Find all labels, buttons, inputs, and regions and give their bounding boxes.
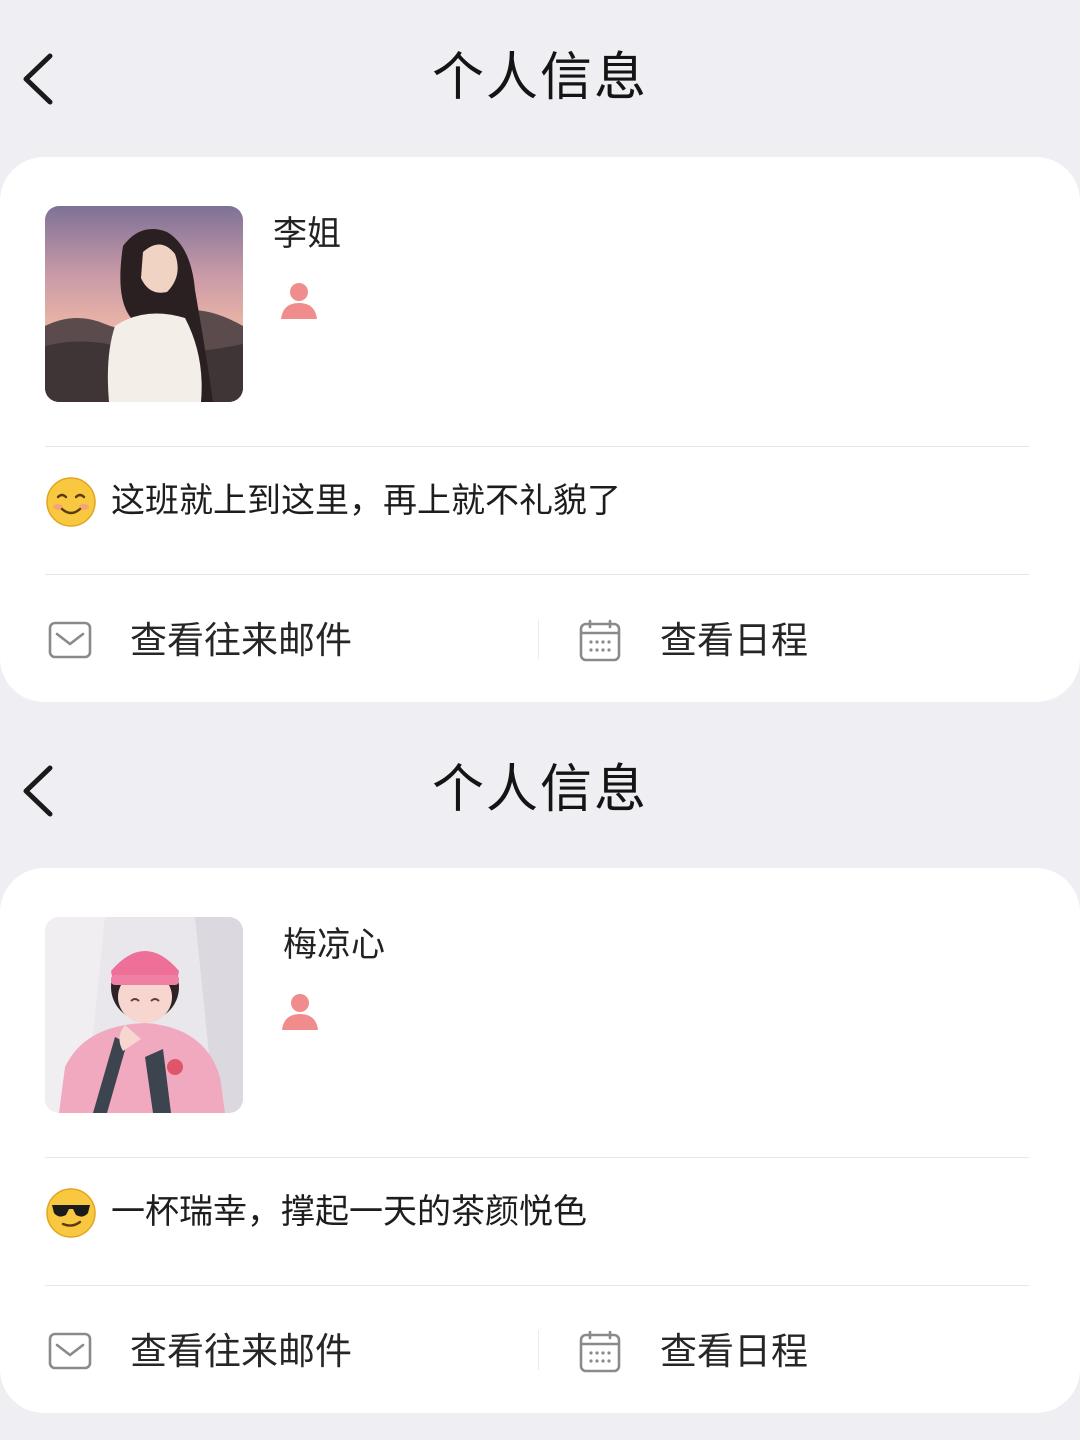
contact-name: 梅凉心 (283, 925, 385, 965)
view-schedule-button[interactable]: 查看日程 (578, 609, 1038, 673)
profile-card: 梅凉心 一杯瑞幸，撑起一天的茶颜悦色 查看往来邮件 查看日程 (0, 868, 1080, 1413)
profile-panel-2: 个人信息 梅凉心 一杯瑞幸，撑起一天的茶颜悦色 查看往来邮件 查看日程 (0, 712, 1080, 1424)
contact-name: 李姐 (273, 214, 341, 254)
header: 个人信息 (0, 712, 1080, 868)
status-text: 一杯瑞幸，撑起一天的茶颜悦色 (111, 1192, 587, 1232)
view-schedule-label: 查看日程 (660, 1330, 808, 1373)
page-title: 个人信息 (431, 760, 648, 820)
avatar[interactable] (45, 917, 243, 1113)
view-emails-button[interactable]: 查看往来邮件 (48, 609, 528, 673)
profile-panel-1: 个人信息 李姐 这班就上到这里，再上就不礼貌了 查看往来邮件 查看日程 (0, 0, 1080, 712)
action-separator (538, 1330, 539, 1370)
view-schedule-label: 查看日程 (660, 619, 808, 662)
sunglasses-face-icon (45, 1187, 97, 1239)
header: 个人信息 (0, 0, 1080, 156)
avatar-photo (45, 917, 243, 1113)
status-text: 这班就上到这里，再上就不礼貌了 (111, 481, 621, 521)
mail-icon (48, 1330, 92, 1376)
divider (45, 574, 1029, 575)
avatar-photo (45, 206, 243, 402)
divider (45, 1157, 1029, 1158)
view-schedule-button[interactable]: 查看日程 (578, 1320, 1038, 1384)
view-emails-label: 查看往来邮件 (130, 1330, 352, 1373)
avatar[interactable] (45, 206, 243, 402)
page-title: 个人信息 (431, 48, 648, 108)
view-emails-button[interactable]: 查看往来邮件 (48, 1320, 528, 1384)
person-icon (279, 281, 319, 321)
person-icon (280, 992, 320, 1032)
calendar-icon (578, 619, 622, 667)
view-emails-label: 查看往来邮件 (130, 619, 352, 662)
mail-icon (48, 619, 92, 665)
divider (45, 446, 1029, 447)
calendar-icon (578, 1330, 622, 1378)
action-separator (538, 619, 539, 659)
profile-card: 李姐 这班就上到这里，再上就不礼貌了 查看往来邮件 查看日程 (0, 157, 1080, 702)
smiling-face-icon (45, 476, 97, 528)
divider (45, 1285, 1029, 1286)
